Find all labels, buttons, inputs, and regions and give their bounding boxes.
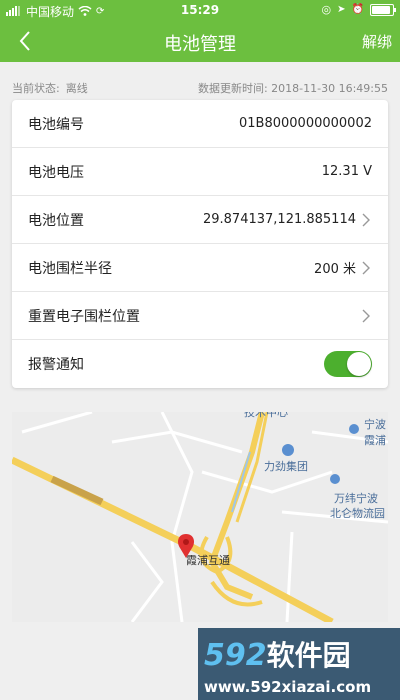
poi-label: 力劲集团 — [264, 460, 308, 473]
chevron-right-icon — [362, 261, 372, 275]
truck-icon — [330, 474, 340, 484]
row-label: 重置电子围栏位置 — [28, 308, 140, 325]
location-arrow-icon: ➤ — [337, 4, 346, 15]
unbind-button[interactable]: 解绑 — [362, 31, 392, 52]
row-label: 电池位置 — [28, 212, 84, 229]
poi-icon — [349, 424, 359, 434]
building-icon — [282, 444, 294, 456]
alarm-toggle[interactable] — [324, 351, 372, 377]
fence-radius-value: 200 米 — [314, 262, 356, 277]
chevron-right-icon — [362, 309, 372, 323]
row-alarm-notify: 报警通知 — [12, 340, 388, 388]
row-reset-fence[interactable]: 重置电子围栏位置 — [12, 292, 388, 340]
status-meta: 当前状态: 离线 数据更新时间: 2018-11-30 16:49:55 — [12, 80, 388, 96]
lock-rotation-icon: ◎ — [321, 3, 332, 16]
watermark-url: www.592xiazai.com — [204, 678, 372, 696]
poi-label: 技术中心 — [244, 412, 288, 419]
status-value: 离线 — [65, 82, 88, 95]
watermark: 592软件园 www.592xiazai.com — [198, 628, 400, 700]
poi-label: 北仑物流园 — [330, 507, 385, 520]
voltage-value: 12.31 V — [321, 164, 372, 179]
battery-id-value: 01B8000000000002 — [239, 116, 372, 131]
map-view[interactable]: 技术中心 宁波 霞浦 力劲集团 万纬宁波 北仑物流园 霞浦互通 — [12, 412, 388, 622]
chevron-right-icon — [362, 213, 372, 227]
poi-label: 宁波 — [364, 418, 386, 431]
watermark-logo: 592软件园 — [204, 638, 351, 673]
poi-label: 霞浦 — [364, 434, 386, 447]
battery-info-card: 电池编号 01B8000000000002 电池电压 12.31 V 电池位置 … — [12, 100, 388, 388]
row-fence-radius[interactable]: 电池围栏半径 200 米 — [12, 244, 388, 292]
toggle-knob — [347, 352, 371, 376]
battery-icon — [370, 3, 396, 16]
row-battery-location[interactable]: 电池位置 29.874137,121.885114 — [12, 196, 388, 244]
row-label: 电池围栏半径 — [28, 260, 112, 277]
updated-value: 2018-11-30 16:49:55 — [271, 82, 388, 95]
row-label: 报警通知 — [28, 357, 84, 373]
page-title: 电池管理 — [164, 34, 236, 55]
poi-label: 霞浦互通 — [186, 554, 230, 567]
status-bar: 中国移动 ⟳ 15:29 ◎ ➤ ⏰ — [0, 0, 400, 20]
status-label: 当前状态: — [12, 82, 60, 95]
nav-bar: 电池管理 解绑 — [0, 20, 400, 62]
row-label: 电池电压 — [28, 164, 84, 181]
poi-label: 万纬宁波 — [334, 492, 378, 505]
row-battery-voltage: 电池电压 12.31 V — [12, 148, 388, 196]
row-label: 电池编号 — [28, 116, 84, 133]
alarm-icon: ⏰ — [351, 4, 364, 15]
location-value: 29.874137,121.885114 — [202, 212, 356, 227]
updated-label: 数据更新时间: — [197, 82, 268, 95]
row-battery-id: 电池编号 01B8000000000002 — [12, 100, 388, 148]
